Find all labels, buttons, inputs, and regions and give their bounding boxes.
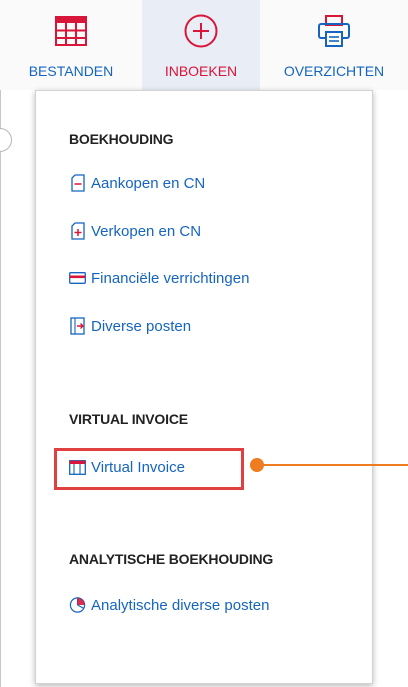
toolbar-item-bestanden[interactable]: BESTANDEN <box>0 0 142 90</box>
menu-item-label: Diverse posten <box>91 317 192 335</box>
menu-item-financiele-verrichtingen[interactable]: Financiële verrichtingen <box>69 269 249 287</box>
section-title-analytische-boekhouding: ANALYTISCHE BOEKHOUDING <box>69 551 274 567</box>
purchase-document-icon <box>69 174 86 192</box>
menu-item-label: Analytische diverse posten <box>91 596 270 614</box>
menu-item-virtual-invoice[interactable]: Virtual Invoice <box>69 458 185 476</box>
toolbar-item-label: INBOEKEN <box>164 63 238 79</box>
credit-card-icon <box>69 269 86 287</box>
printer-icon <box>316 13 352 49</box>
menu-item-diverse-posten[interactable]: Diverse posten <box>69 317 191 335</box>
invoice-window-icon <box>69 458 86 476</box>
menu-item-aankopen[interactable]: Aankopen en CN <box>69 174 205 192</box>
toolbar-item-label: BESTANDEN <box>28 63 114 79</box>
menu-item-label: Aankopen en CN <box>91 174 206 192</box>
toolbar-item-overzichten[interactable]: OVERZICHTEN <box>260 0 408 90</box>
section-title-virtual-invoice: VIRTUAL INVOICE <box>69 411 188 427</box>
menu-item-label: Verkopen en CN <box>91 222 202 240</box>
toolbar-item-label: OVERZICHTEN <box>283 63 385 79</box>
toolbar-item-inboeken[interactable]: INBOEKEN <box>142 0 260 90</box>
sales-document-icon <box>69 222 86 240</box>
menu-item-analytische-diverse-posten[interactable]: Analytische diverse posten <box>69 596 269 614</box>
plus-circle-icon <box>183 13 219 49</box>
pie-chart-icon <box>69 596 86 614</box>
menu-item-label: Virtual Invoice <box>91 458 185 476</box>
table-grid-icon <box>53 13 89 49</box>
document-arrow-icon <box>69 317 86 335</box>
menu-item-label: Financiële verrichtingen <box>91 269 250 287</box>
menu-item-verkopen[interactable]: Verkopen en CN <box>69 222 201 240</box>
main-toolbar: BESTANDEN INBOEKEN OVERZICHTEN <box>0 0 408 90</box>
section-title-boekhouding: BOEKHOUDING <box>69 131 174 147</box>
callout-line <box>257 464 408 466</box>
